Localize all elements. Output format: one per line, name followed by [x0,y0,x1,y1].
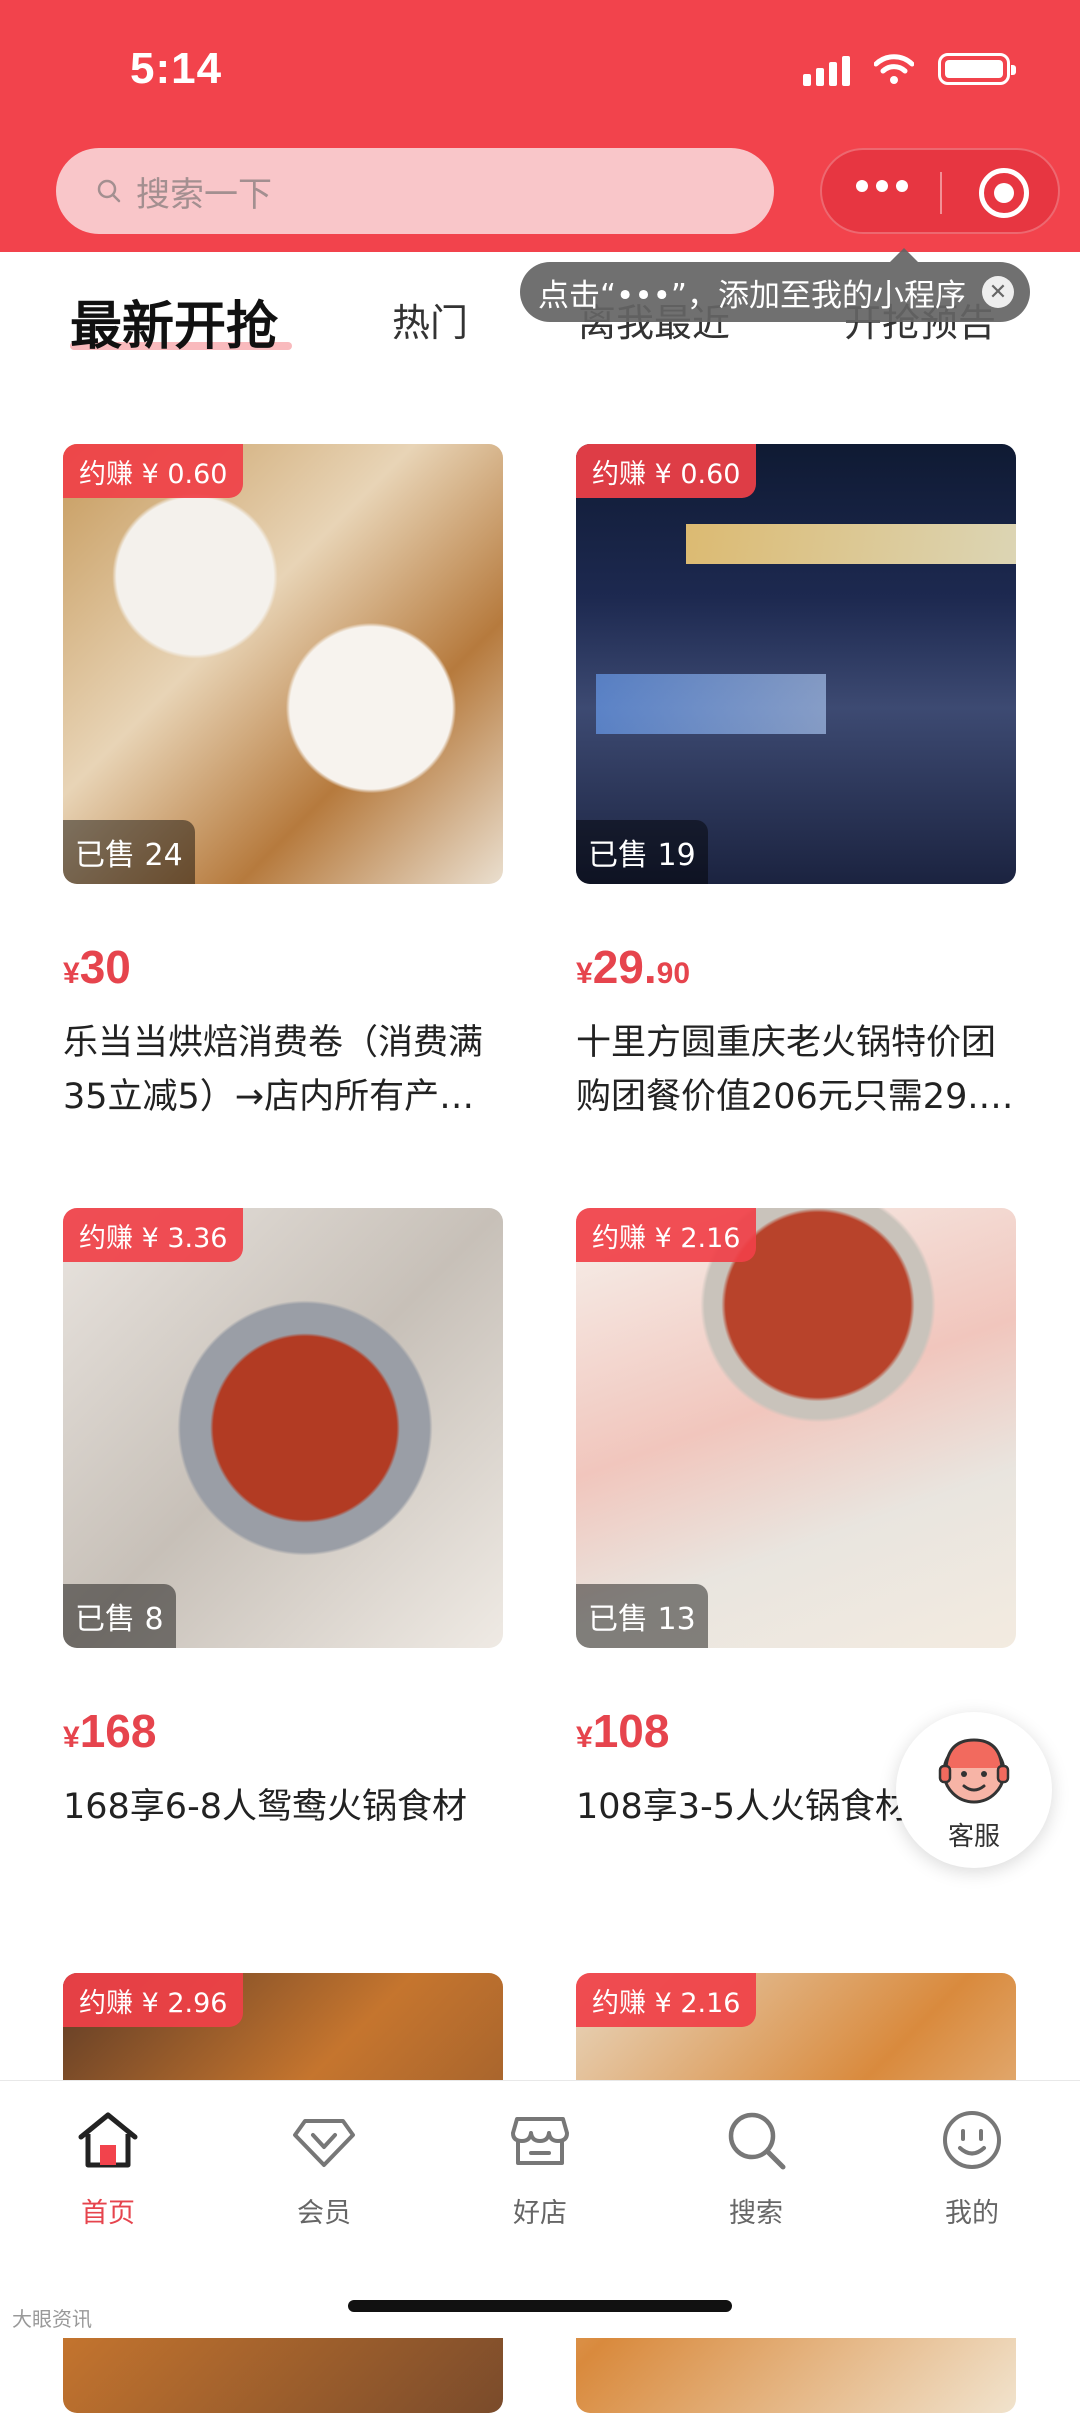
price-integer: 168 [79,1705,157,1757]
price-integer: 29. [592,941,657,993]
nav-store-label: 好店 [513,2198,567,2229]
product-image: 约赚 ¥ 0.60 已售 24 [63,444,503,884]
product-card[interactable]: 约赚 ¥ 0.60 已售 19 ¥29. 90 十里方圆重庆老火锅特价团购团餐价值… [576,444,1016,1124]
nav-search[interactable]: 搜索 [681,2107,831,2230]
price-symbol: ¥ [63,1721,80,1754]
diamond-icon [293,2119,355,2167]
tooltip-close-icon[interactable]: ✕ [981,276,1014,308]
price-symbol: ¥ [63,957,80,990]
search-bar[interactable]: 搜索一下 [56,148,774,234]
price-symbol: ¥ [576,1721,593,1754]
status-icons [803,52,1016,86]
price-integer: 108 [592,1705,670,1757]
earn-badge: 约赚 ¥ 2.96 [63,1973,244,2027]
earn-badge: 约赚 ¥ 2.16 [576,1973,757,2027]
price-integer: 30 [79,941,131,993]
sold-count: 已售 24 [63,820,195,884]
nav-store[interactable]: 好店 [465,2107,615,2230]
price-decimal: 90 [656,957,691,990]
nav-search-label: 搜索 [729,2198,783,2229]
nav-member[interactable]: 会员 [249,2107,399,2230]
tooltip-text: 点击“•••”，添加至我的小程序 [538,277,966,314]
sold-count: 已售 19 [576,820,708,884]
add-to-miniprogram-tooltip: 点击“•••”，添加至我的小程序 ✕ [520,248,1030,322]
nav-member-label: 会员 [297,2198,351,2229]
customer-service-label: 客服 [947,1822,1000,1852]
nav-home[interactable]: 首页 [33,2107,183,2230]
search-icon [97,179,121,203]
wifi-icon [874,54,914,84]
home-icon [78,2112,138,2168]
status-time: 5:14 [130,44,223,93]
product-title: 十里方圆重庆老火锅特价团购团餐价值206元只需29.9元 [576,1023,1001,1117]
product-price: ¥30 [63,940,503,996]
nav-profile[interactable]: 我的 [897,2107,1047,2230]
product-image: 约赚 ¥ 3.36 已售 8 [63,1208,503,1648]
customer-service-icon [938,1738,1010,1804]
close-miniprogram-icon[interactable] [979,168,1029,218]
product-title: 乐当当烘焙消费卷（消费满35立减5）→店内所有产品可用 [63,1023,484,1117]
nav-profile-label: 我的 [945,2198,999,2229]
product-image: 约赚 ¥ 0.60 已售 19 [576,444,1016,884]
earn-badge: 约赚 ¥ 2.16 [576,1208,757,1262]
earn-badge: 约赚 ¥ 3.36 [63,1208,244,1262]
product-card[interactable]: 约赚 ¥ 3.36 已售 8 ¥168 168享6-8人鸳鸯火锅食材 [63,1208,503,1834]
store-icon [511,2117,569,2165]
more-options-icon[interactable] [856,180,908,192]
tab-latest[interactable]: 最新开抢 [70,284,278,359]
customer-service-button[interactable]: 客服 [896,1712,1052,1868]
sold-count: 已售 8 [63,1584,176,1648]
app-header: 5:14 搜索一下 [0,0,1080,252]
smile-icon [943,2111,1001,2169]
price-symbol: ¥ [576,957,593,990]
product-price: ¥168 [63,1704,503,1760]
earn-badge: 约赚 ¥ 0.60 [63,444,244,498]
signal-icon [803,52,850,86]
product-price: ¥29. 90 [576,940,1016,996]
nav-home-label: 首页 [81,2198,135,2229]
miniprogram-capsule [820,148,1060,234]
sold-count: 已售 13 [576,1584,708,1648]
earn-badge: 约赚 ¥ 0.60 [576,444,757,498]
tab-hot[interactable]: 热门 [392,292,468,347]
product-title: 168享6-8人鸳鸯火锅食材 [63,1787,467,1827]
tooltip-arrow [890,248,918,262]
search-icon [728,2112,786,2170]
search-placeholder: 搜索一下 [136,174,272,215]
product-image: 约赚 ¥ 2.16 已售 13 [576,1208,1016,1648]
capsule-divider [940,172,942,214]
product-card[interactable]: 约赚 ¥ 0.60 已售 24 ¥30 乐当当烘焙消费卷（消费满35立减5）→店… [63,444,503,1124]
watermark: 大眼资讯 [12,2307,92,2331]
battery-icon [938,53,1016,85]
home-indicator [348,2300,732,2312]
